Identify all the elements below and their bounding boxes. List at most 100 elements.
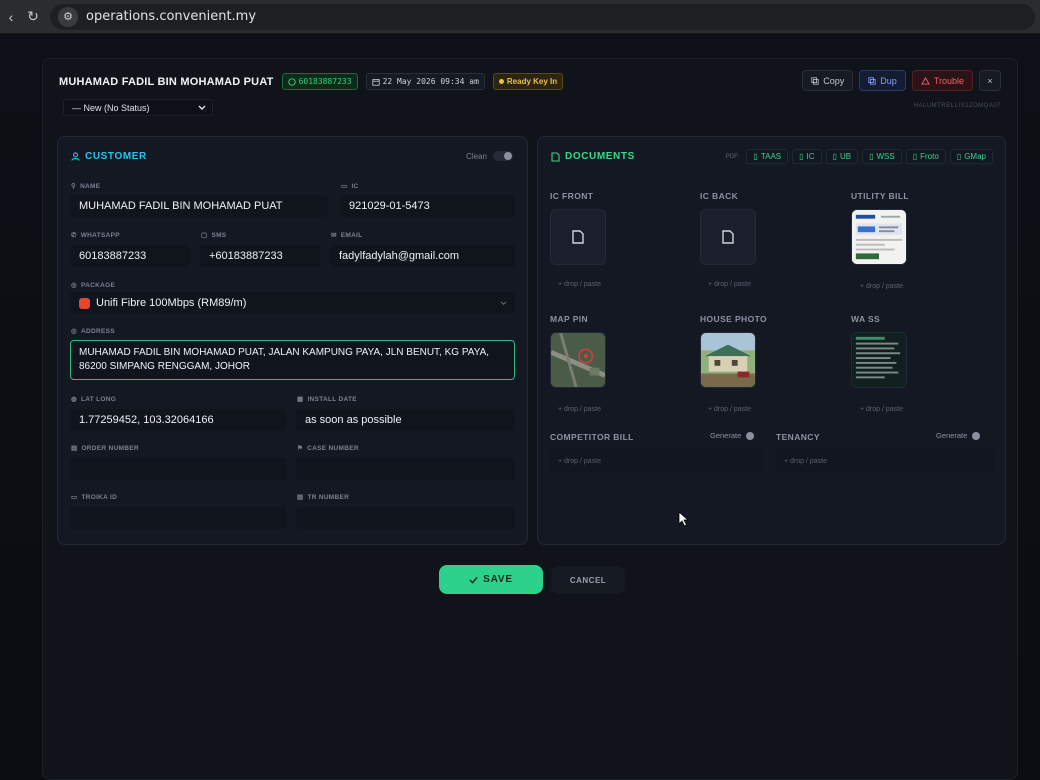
whatsapp-field[interactable]: 60183887233	[70, 245, 190, 267]
house-photo-drop[interactable]: + drop / paste	[708, 406, 751, 413]
name-field[interactable]: MUHAMAD FADIL BIN MOHAMAD PUAT	[70, 195, 328, 217]
back-icon[interactable]: ‹	[0, 6, 22, 28]
house-image	[701, 333, 755, 387]
clean-switch[interactable]	[493, 151, 513, 161]
map-pin-drop[interactable]: + drop / paste	[558, 406, 601, 413]
cancel-button[interactable]: CANCEL	[551, 566, 625, 594]
tenancy-generate-toggle[interactable]: Generate	[936, 431, 981, 440]
mail-icon: ✉	[331, 232, 337, 239]
order-label-text: ORDER NUMBER	[81, 444, 139, 452]
address-bar[interactable]: ⚙ operations.convenient.my	[50, 3, 1035, 30]
map-pin-thumbnail[interactable]	[550, 332, 606, 388]
flag-icon: ⚑	[297, 445, 304, 452]
file-icon: ▯	[869, 152, 874, 161]
wa-ss-drop[interactable]: + drop / paste	[860, 406, 903, 413]
install-label-text: INSTALL DATE	[307, 395, 357, 403]
trouble-label: Trouble	[933, 75, 964, 86]
generate-switch[interactable]	[972, 431, 981, 440]
case-number-field[interactable]	[296, 458, 515, 480]
pdf-taas-button[interactable]: ▯ TAAS	[746, 149, 789, 164]
wa-ss-thumbnail[interactable]	[851, 332, 907, 388]
ic-back-drop[interactable]: + drop / paste	[708, 281, 751, 288]
ic-back-label: IC BACK	[700, 191, 739, 201]
modal-header: MUHAMAD FADIL BIN MOHAMAD PUAT 601838872…	[59, 73, 564, 90]
status-dot-icon	[498, 79, 504, 84]
address-textarea[interactable]: MUHAMAD FADIL BIN MOHAMAD PUAT, JALAN KA…	[70, 340, 515, 380]
pdf-gmap-label: GMap	[964, 152, 986, 161]
documents-panel-title: DOCUMENTS	[551, 151, 635, 162]
copy-button[interactable]: Copy	[802, 70, 854, 91]
ic-field[interactable]: 921029-01-5473	[340, 195, 515, 217]
status-select[interactable]: — New (No Status)	[63, 99, 213, 116]
whatsapp-number: 60183887233	[298, 77, 352, 86]
house-photo-thumbnail[interactable]	[700, 332, 756, 388]
pdf-froto-button[interactable]: ▯ Froto	[905, 149, 946, 164]
close-icon: ×	[987, 75, 993, 86]
url-text[interactable]: operations.convenient.my	[86, 9, 256, 24]
file-icon: ▯	[956, 152, 962, 161]
documents-panel: DOCUMENTS PDF: ▯ TAAS ▯ IC ▯ UB ▯ WSS ▯ Froto…	[537, 136, 1006, 545]
ic-back-upload[interactable]	[700, 209, 756, 265]
file-placeholder-icon	[722, 230, 734, 244]
package-select[interactable]: Unifi Fibre 100Mbps (RM89/m)	[70, 292, 515, 314]
competitor-generate-toggle[interactable]: Generate	[710, 431, 755, 440]
tr-label-text: TR NUMBER	[307, 493, 350, 501]
latlong-label: ◍ LAT LONG	[71, 395, 116, 404]
dup-button[interactable]: Dup	[859, 70, 906, 91]
calendar-small-icon: ▦	[297, 396, 304, 403]
dup-label: Dup	[880, 75, 897, 86]
pdf-ub-button[interactable]: ▯ UB	[825, 149, 859, 164]
whatsapp-label: ✆ WHATSAPP	[71, 231, 120, 240]
troika-label-text: TROIKA ID	[81, 493, 118, 501]
order-number-label: ▤ ORDER NUMBER	[71, 444, 139, 453]
competitor-bill-drop[interactable]: + drop / paste	[558, 458, 601, 465]
clean-toggle[interactable]: Clean	[466, 151, 513, 161]
header-actions: Copy Dup Trouble ×	[802, 70, 1001, 91]
bill-document-image	[852, 210, 906, 264]
generate-switch[interactable]	[746, 431, 755, 440]
map-pin-label: MAP PIN	[550, 314, 589, 324]
tenancy-generate-label: Generate	[936, 431, 968, 440]
latlong-field[interactable]: 1.77259452, 103.32064166	[70, 409, 286, 431]
message-icon: ▢	[201, 232, 208, 239]
package-icon: ◎	[71, 282, 77, 289]
file-icon: ▯	[912, 152, 918, 161]
reload-icon[interactable]: ↻	[22, 6, 44, 28]
document-small-icon: ▤	[71, 445, 78, 452]
date-pill: 22 May 2026 09:34 am	[365, 73, 485, 90]
whatsapp-pill[interactable]: 60183887233	[281, 73, 358, 90]
pdf-wss-label: WSS	[876, 152, 895, 161]
tenancy-drop[interactable]: + drop / paste	[784, 458, 827, 465]
save-button[interactable]: SAVE	[439, 565, 543, 594]
ic-front-upload[interactable]	[550, 209, 606, 265]
tr-number-field[interactable]	[296, 507, 515, 529]
utility-bill-drop[interactable]: + drop / paste	[860, 283, 903, 290]
user-icon	[71, 152, 80, 161]
email-label-text: EMAIL	[340, 231, 363, 239]
name-label-text: NAME	[80, 182, 101, 190]
pdf-ic-button[interactable]: ▯ IC	[792, 149, 822, 164]
ic-front-drop[interactable]: + drop / paste	[558, 281, 601, 288]
clean-label: Clean	[466, 151, 487, 161]
trouble-button[interactable]: Trouble	[911, 70, 973, 91]
email-field[interactable]: fadylfadylah@gmail.com	[330, 245, 515, 267]
close-button[interactable]: ×	[979, 70, 1001, 91]
competitor-generate-label: Generate	[710, 431, 742, 440]
calendar-icon	[371, 78, 380, 86]
sms-field[interactable]: +60183887233	[200, 245, 320, 267]
utility-bill-thumbnail[interactable]	[851, 209, 907, 265]
troika-field[interactable]	[70, 507, 286, 529]
file-icon: ▯	[832, 152, 837, 161]
pdf-wss-button[interactable]: ▯ WSS	[862, 149, 902, 164]
install-date-field[interactable]: as soon as possible	[296, 409, 515, 431]
troika-label: ▭ TROIKA ID	[71, 493, 118, 502]
pdf-gmap-button[interactable]: ▯ GMap	[949, 149, 993, 164]
ic-label: ▭ IC	[341, 182, 359, 191]
copy-label: Copy	[823, 75, 845, 86]
file-icon: ▯	[799, 152, 804, 161]
customer-panel-title: CUSTOMER	[71, 151, 147, 162]
chevron-down-icon	[500, 300, 507, 305]
site-settings-icon[interactable]: ⚙	[58, 6, 78, 27]
status-badge: Ready Key In	[492, 73, 564, 90]
order-number-field[interactable]	[70, 458, 286, 480]
